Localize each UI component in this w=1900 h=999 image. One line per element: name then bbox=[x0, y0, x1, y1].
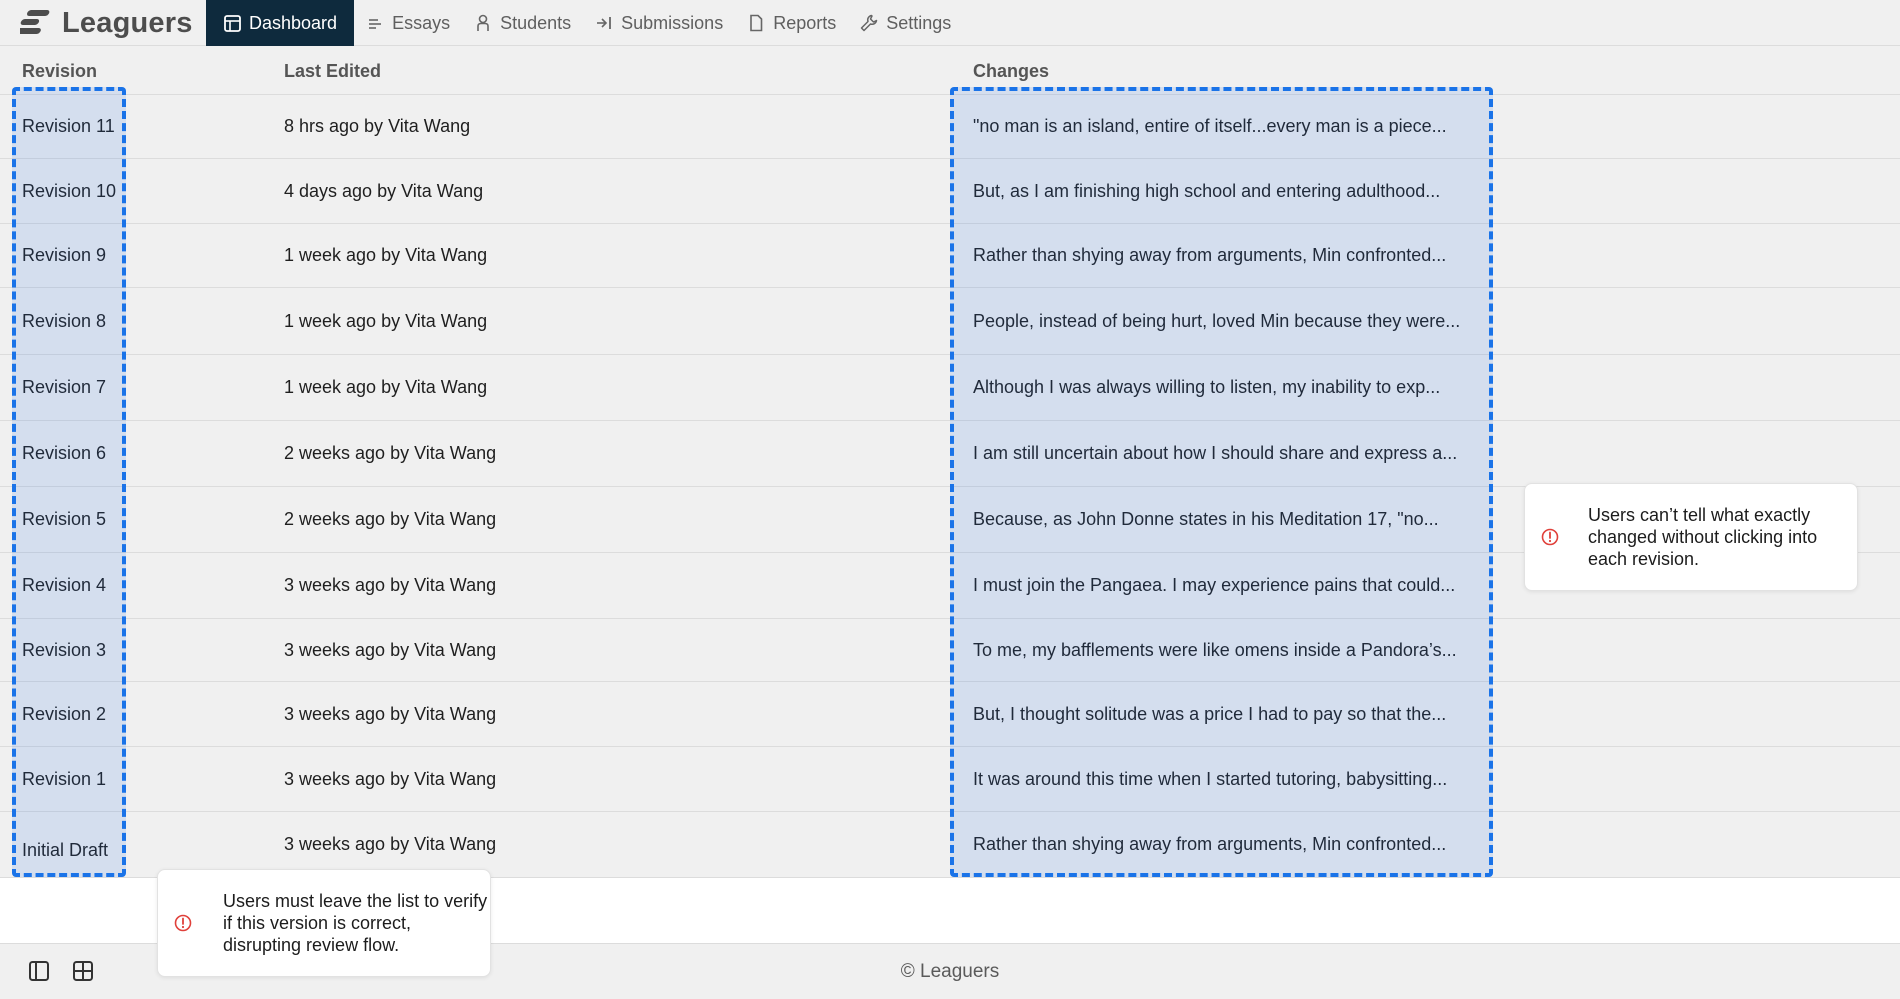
changes-column-annotation: Users can’t tell what exactly changed wi… bbox=[1524, 483, 1858, 591]
table-row[interactable]: Revision 11 8 hrs ago by Vita Wang "no m… bbox=[0, 95, 1900, 159]
revision-name[interactable]: Revision 7 bbox=[22, 355, 106, 420]
column-header-last-edited[interactable]: Last Edited bbox=[284, 46, 381, 94]
column-header-changes[interactable]: Changes bbox=[973, 46, 1049, 94]
nav-dashboard[interactable]: Dashboard bbox=[206, 0, 355, 46]
revision-name[interactable]: Revision 10 bbox=[22, 159, 116, 223]
main-nav: Dashboard Essays Students Submissions Re… bbox=[206, 0, 963, 46]
changes-preview: Although I was always willing to listen,… bbox=[973, 377, 1441, 397]
changes-preview: People, instead of being hurt, loved Min… bbox=[973, 310, 1461, 331]
last-edited: 2 weeks ago by Vita Wang bbox=[284, 443, 497, 463]
nav-reports[interactable]: Reports bbox=[735, 0, 848, 46]
brand-logo[interactable]: Leaguers bbox=[20, 0, 193, 46]
lines-icon bbox=[366, 14, 384, 32]
warning-icon bbox=[173, 913, 193, 933]
top-navigation-bar: Leaguers Dashboard Essays Students Submi… bbox=[0, 0, 1900, 46]
arrow-in-icon bbox=[595, 14, 613, 32]
revisions-table: Revision Last Edited Changes Revision 11… bbox=[0, 46, 1900, 878]
layout-icon bbox=[223, 14, 241, 32]
last-edited: 1 week ago by Vita Wang bbox=[284, 245, 488, 265]
annotation-text: Users can’t tell what exactly changed wi… bbox=[1588, 505, 1818, 569]
nav-students-label: Students bbox=[500, 12, 572, 33]
revision-name[interactable]: Revision 6 bbox=[22, 421, 106, 486]
last-edited: 3 weeks ago by Vita Wang bbox=[284, 639, 497, 660]
nav-essays-label: Essays bbox=[392, 12, 451, 33]
person-icon bbox=[474, 14, 492, 32]
last-edited: 1 week ago by Vita Wang bbox=[284, 310, 488, 331]
changes-preview: Rather than shying away from arguments, … bbox=[973, 245, 1447, 265]
nav-dashboard-label: Dashboard bbox=[249, 12, 338, 33]
revision-name[interactable]: Revision 11 bbox=[22, 95, 115, 158]
leaguers-logo-icon bbox=[20, 10, 50, 34]
revision-name[interactable]: Revision 1 bbox=[22, 747, 106, 811]
nav-settings-label: Settings bbox=[886, 12, 952, 33]
revision-name[interactable]: Revision 2 bbox=[22, 682, 106, 746]
last-edited: 4 days ago by Vita Wang bbox=[284, 180, 484, 201]
nav-settings[interactable]: Settings bbox=[848, 0, 963, 46]
changes-preview: Rather than shying away from arguments, … bbox=[973, 834, 1447, 854]
warning-icon bbox=[1540, 527, 1560, 547]
table-row[interactable]: Revision 10 4 days ago by Vita Wang But,… bbox=[0, 159, 1900, 224]
nav-submissions-label: Submissions bbox=[621, 12, 724, 33]
nav-students[interactable]: Students bbox=[462, 0, 583, 46]
table-row[interactable]: Revision 6 2 weeks ago by Vita Wang I am… bbox=[0, 421, 1900, 487]
nav-submissions[interactable]: Submissions bbox=[583, 0, 735, 46]
changes-preview: But, as I am finishing high school and e… bbox=[973, 180, 1441, 201]
changes-preview: I must join the Pangaea. I may experienc… bbox=[973, 575, 1456, 595]
revision-column-annotation: Users must leave the list to verify if t… bbox=[157, 869, 491, 977]
revision-name[interactable]: Revision 4 bbox=[22, 553, 106, 618]
changes-preview: But, I thought solitude was a price I ha… bbox=[973, 703, 1447, 724]
revision-name[interactable]: Revision 5 bbox=[22, 487, 106, 552]
changes-preview: "no man is an island, entire of itself..… bbox=[973, 116, 1447, 136]
brand-name: Leaguers bbox=[62, 6, 193, 39]
last-edited: 3 weeks ago by Vita Wang bbox=[284, 768, 497, 789]
table-header: Revision Last Edited Changes bbox=[0, 46, 1900, 95]
last-edited: 2 weeks ago by Vita Wang bbox=[284, 509, 497, 529]
wrench-icon bbox=[860, 14, 878, 32]
annotation-text: Users must leave the list to verify if t… bbox=[223, 891, 488, 955]
changes-preview: It was around this time when I started t… bbox=[973, 768, 1448, 789]
last-edited: 3 weeks ago by Vita Wang bbox=[284, 703, 497, 724]
document-icon bbox=[747, 14, 765, 32]
revision-name[interactable]: Revision 8 bbox=[22, 288, 106, 354]
last-edited: 3 weeks ago by Vita Wang bbox=[284, 834, 497, 854]
table-row[interactable]: Revision 7 1 week ago by Vita Wang Altho… bbox=[0, 355, 1900, 421]
nav-reports-label: Reports bbox=[773, 12, 837, 33]
table-row[interactable]: Revision 1 3 weeks ago by Vita Wang It w… bbox=[0, 747, 1900, 812]
revision-name[interactable]: Revision 9 bbox=[22, 224, 106, 287]
table-row[interactable]: Revision 3 3 weeks ago by Vita Wang To m… bbox=[0, 619, 1900, 682]
table-row[interactable]: Revision 9 1 week ago by Vita Wang Rathe… bbox=[0, 224, 1900, 288]
table-row[interactable]: Revision 8 1 week ago by Vita Wang Peopl… bbox=[0, 288, 1900, 355]
revision-name[interactable]: Initial Draft bbox=[22, 812, 108, 883]
table-row[interactable]: Revision 2 3 weeks ago by Vita Wang But,… bbox=[0, 682, 1900, 747]
column-header-revision[interactable]: Revision bbox=[22, 46, 97, 94]
changes-preview: To me, my bafflements were like omens in… bbox=[973, 639, 1457, 660]
changes-preview: I am still uncertain about how I should … bbox=[973, 443, 1458, 463]
last-edited: 8 hrs ago by Vita Wang bbox=[284, 116, 471, 136]
last-edited: 1 week ago by Vita Wang bbox=[284, 377, 488, 397]
nav-essays[interactable]: Essays bbox=[354, 0, 462, 46]
revision-name[interactable]: Revision 3 bbox=[22, 619, 106, 681]
changes-preview: Because, as John Donne states in his Med… bbox=[973, 509, 1439, 529]
last-edited: 3 weeks ago by Vita Wang bbox=[284, 575, 497, 595]
